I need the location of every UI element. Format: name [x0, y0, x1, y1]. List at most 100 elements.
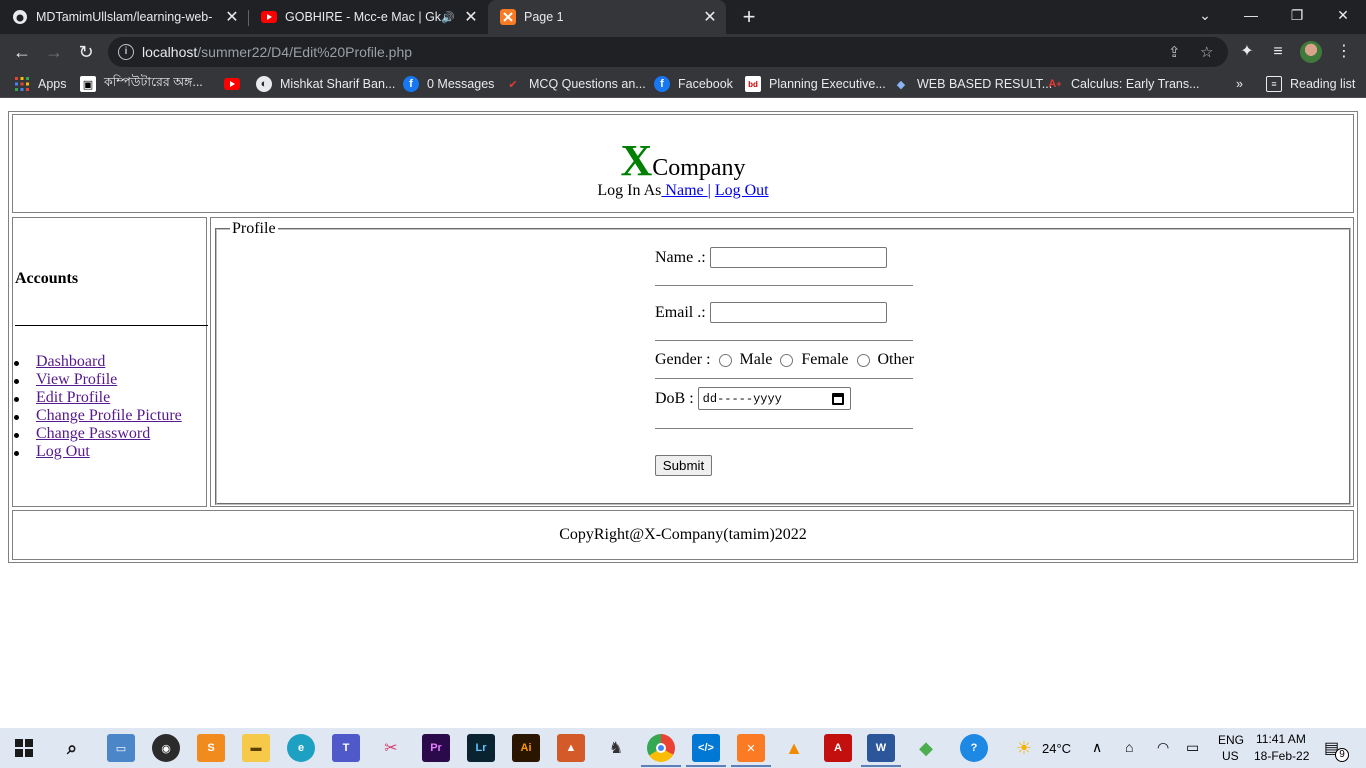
battery-icon[interactable]: ▭: [1186, 739, 1199, 756]
weather-icon[interactable]: ☀: [1010, 734, 1038, 762]
bookmark-computer-parts[interactable]: ▣ কম্পিউটারের অঙ্গ...: [80, 70, 203, 98]
word-icon[interactable]: W: [867, 734, 895, 762]
clock-date[interactable]: 18-Feb-22: [1254, 749, 1309, 763]
name-input[interactable]: [709, 247, 887, 268]
sidebar-title: Accounts: [15, 270, 79, 287]
gender-male-label: Male: [739, 351, 773, 368]
close-tab-icon[interactable]: ✕: [461, 7, 481, 27]
extensions-icon[interactable]: ✦: [1233, 38, 1261, 66]
browser-tab-page1[interactable]: Page 1 ✕: [488, 0, 726, 34]
meet-now-icon[interactable]: ⌂: [1125, 739, 1133, 755]
lightroom-icon[interactable]: Lr: [467, 734, 495, 762]
git-icon[interactable]: ◆: [912, 734, 940, 762]
gender-row: Gender : Male Female Other: [655, 351, 914, 369]
globe-icon: ◐: [256, 76, 272, 92]
help-icon[interactable]: ?: [960, 734, 988, 762]
gender-male-radio[interactable]: [718, 353, 732, 367]
form-divider: [655, 428, 913, 429]
wifi-icon[interactable]: ◠: [1157, 739, 1169, 756]
dashboard-link[interactable]: Dashboard: [36, 353, 105, 370]
language-indicator[interactable]: ENG: [1218, 733, 1244, 747]
weather-temp[interactable]: 24°C: [1042, 741, 1071, 756]
tray-chevron-icon[interactable]: ∧: [1092, 739, 1102, 756]
url-text[interactable]: localhost/summer22/D4/Edit%20Profile.php: [142, 44, 412, 60]
share-icon[interactable]: ⇪: [1168, 43, 1181, 61]
explorer-icon[interactable]: ▬: [242, 734, 270, 762]
dob-input[interactable]: dd-----yyyy: [697, 387, 851, 410]
acrobat-icon[interactable]: A: [824, 734, 852, 762]
reading-list-button[interactable]: ≡ Reading list: [1266, 70, 1355, 98]
start-icon[interactable]: [10, 734, 38, 762]
premiere-icon[interactable]: Pr: [422, 734, 450, 762]
restore-button[interactable]: ❐: [1274, 0, 1320, 34]
layout-table: XCompany Log In As Name | Log Out Accoun…: [8, 111, 1358, 563]
edge-icon[interactable]: e: [287, 734, 315, 762]
new-tab-button[interactable]: +: [736, 4, 762, 30]
change-profile-picture-link[interactable]: Change Profile Picture: [36, 407, 182, 424]
bookmark-mcq[interactable]: ✔ MCQ Questions an...: [505, 70, 645, 98]
footer-cell: CopyRight@X-Company(tamim)2022: [12, 510, 1354, 560]
bookmark-calculus[interactable]: A + Calculus: Early Trans...: [1047, 70, 1199, 98]
minimize-button[interactable]: —: [1228, 0, 1274, 34]
browser-tab-youtube[interactable]: GOBHIRE - Mcc-e Mac | Gk K 🔊 ✕: [249, 0, 487, 34]
bookmark-messages[interactable]: f 0 Messages: [403, 70, 494, 98]
github-icon: [12, 9, 28, 25]
result-icon: ◆: [896, 78, 906, 91]
reload-button[interactable]: ↻: [72, 38, 100, 66]
submit-button[interactable]: Submit: [655, 455, 712, 476]
more-bookmarks-button[interactable]: »: [1236, 70, 1243, 98]
header-logout-link[interactable]: Log Out: [715, 182, 769, 199]
youtube-icon: [224, 76, 240, 92]
bookmark-mishkat[interactable]: ◐ Mishkat Sharif Ban...: [256, 70, 395, 98]
clock-time[interactable]: 11:41 AM: [1256, 732, 1306, 746]
calendar-icon[interactable]: [831, 393, 844, 405]
xampp-icon[interactable]: ✕: [737, 734, 765, 762]
file-manager-icon[interactable]: ▭: [107, 734, 135, 762]
tab-title: MDTamimUllslam/learning-web-: [36, 10, 213, 24]
view-profile-link[interactable]: View Profile: [36, 371, 117, 388]
close-window-button[interactable]: ✕: [1320, 0, 1366, 34]
browser-tab-github[interactable]: MDTamimUllslam/learning-web- ✕: [0, 0, 248, 34]
speaker-icon[interactable]: 🔊: [441, 11, 455, 24]
forward-button[interactable]: →: [40, 38, 68, 66]
sublime-icon[interactable]: S: [197, 734, 225, 762]
chrome-icon[interactable]: [647, 734, 675, 762]
sidebar-logout-link[interactable]: Log Out: [36, 443, 90, 460]
vlc-icon[interactable]: ▲: [780, 734, 808, 762]
region-indicator[interactable]: US: [1222, 749, 1239, 763]
bookmark-apps[interactable]: Apps: [14, 70, 67, 98]
menu-icon[interactable]: ⋮: [1330, 38, 1358, 66]
login-prefix: Log In As: [597, 182, 662, 199]
notification-count: 9: [1335, 748, 1349, 762]
close-tab-icon[interactable]: ✕: [700, 7, 720, 27]
name-row: Name .:: [655, 247, 887, 268]
address-bar[interactable]: i localhost/summer22/D4/Edit%20Profile.p…: [108, 37, 1228, 67]
teams-icon[interactable]: T: [332, 734, 360, 762]
media-control-icon[interactable]: ≡: [1264, 38, 1292, 66]
tab-search-icon[interactable]: ⌄: [1182, 0, 1228, 34]
bookmark-facebook[interactable]: f Facebook: [654, 70, 733, 98]
back-button[interactable]: ←: [8, 38, 36, 66]
gender-other-radio[interactable]: [856, 353, 870, 367]
obs-icon[interactable]: ◉: [152, 734, 180, 762]
bookmark-web-result[interactable]: ◆ WEB BASED RESULT...: [893, 70, 1052, 98]
gnu-icon[interactable]: ♞: [602, 734, 630, 762]
bookmark-star-icon[interactable]: ☆: [1200, 43, 1213, 61]
gender-female-radio[interactable]: [780, 353, 794, 367]
search-icon[interactable]: ⌕: [58, 734, 86, 762]
change-password-link[interactable]: Change Password: [36, 425, 150, 442]
snipping-icon[interactable]: ✂: [377, 734, 405, 762]
app-icon[interactable]: ▲: [557, 734, 585, 762]
illustrator-icon[interactable]: Ai: [512, 734, 540, 762]
youtube-icon: [261, 9, 277, 25]
vscode-icon[interactable]: </>: [692, 734, 720, 762]
site-info-icon[interactable]: i: [118, 44, 134, 60]
edit-profile-link[interactable]: Edit Profile: [36, 389, 110, 406]
user-name-link[interactable]: Name: [661, 182, 707, 199]
close-tab-icon[interactable]: ✕: [222, 7, 242, 27]
email-input[interactable]: [709, 302, 887, 323]
profile-avatar[interactable]: [1300, 41, 1322, 63]
bookmark-planning[interactable]: bd Planning Executive...: [745, 70, 886, 98]
tab-title: GOBHIRE - Mcc-e Mac | Gk K: [285, 10, 442, 24]
bookmark-youtube[interactable]: [224, 70, 248, 98]
